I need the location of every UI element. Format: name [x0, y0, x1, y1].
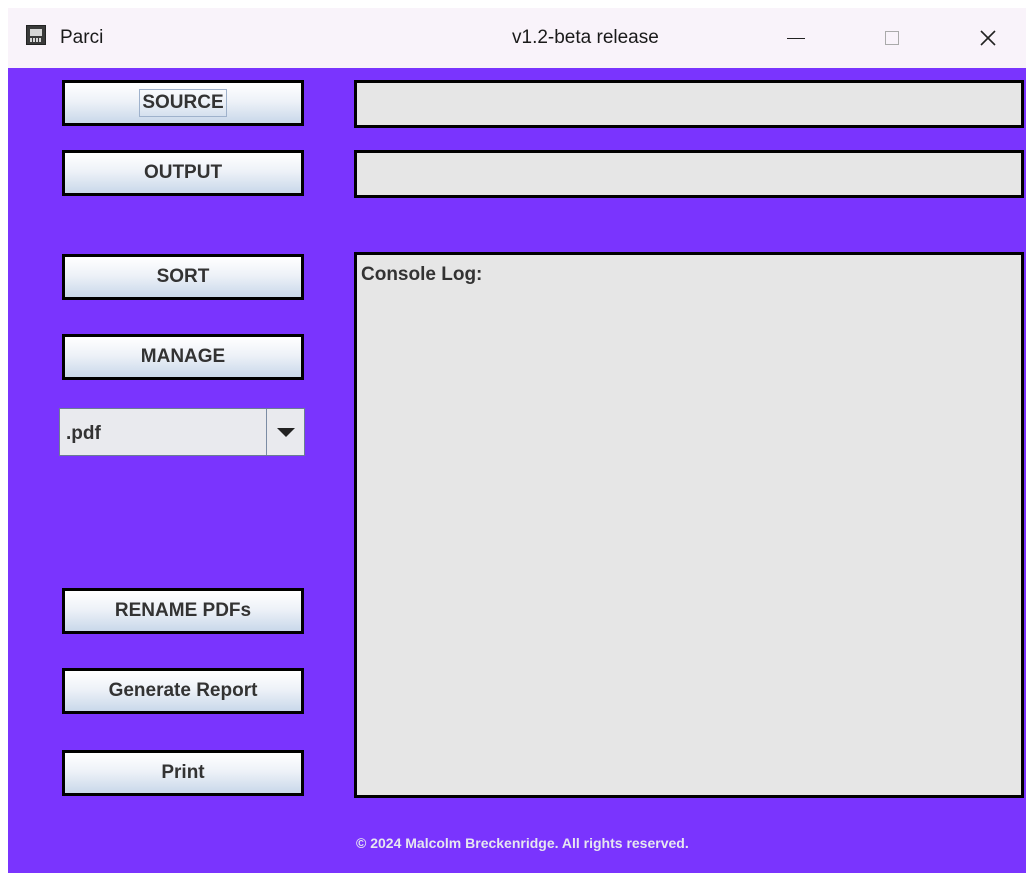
triangle-down-icon: [276, 427, 295, 437]
computer-icon: [26, 25, 46, 45]
minimize-button[interactable]: [776, 20, 816, 56]
source-button-label: SOURCE: [139, 89, 227, 117]
source-button[interactable]: SOURCE: [62, 80, 304, 126]
minimize-icon: [787, 37, 805, 39]
app-name: Parci: [60, 27, 104, 48]
sort-button-label: SORT: [156, 266, 210, 287]
title-bar[interactable]: Parci v1.2-beta release: [8, 8, 1026, 68]
maximize-button[interactable]: [872, 20, 912, 56]
filetype-selected: .pdf: [66, 423, 101, 444]
generate-report-button-label: Generate Report: [108, 680, 258, 701]
maximize-icon: [885, 31, 899, 45]
output-button-label: OUTPUT: [143, 162, 223, 183]
rename-pdfs-button-label: RENAME PDFs: [114, 600, 252, 621]
window-title: v1.2-beta release: [512, 27, 659, 48]
sort-button[interactable]: SORT: [62, 254, 304, 300]
filetype-dropdown[interactable]: .pdf: [59, 408, 305, 456]
manage-button-label: MANAGE: [140, 346, 226, 367]
app-window: Parci v1.2-beta release SOURCE OUTPUT SO…: [8, 8, 1026, 873]
dropdown-arrow-button[interactable]: [266, 409, 304, 455]
source-path-field[interactable]: [354, 80, 1024, 128]
console-log-panel[interactable]: Console Log:: [354, 252, 1024, 798]
print-button-label: Print: [161, 762, 205, 783]
copyright-footer: © 2024 Malcolm Breckenridge. All rights …: [356, 835, 689, 851]
rename-pdfs-button[interactable]: RENAME PDFs: [62, 588, 304, 634]
console-log-label: Console Log:: [361, 264, 483, 285]
manage-button[interactable]: MANAGE: [62, 334, 304, 380]
close-button[interactable]: [968, 20, 1008, 56]
close-icon: [980, 30, 996, 46]
generate-report-button[interactable]: Generate Report: [62, 668, 304, 714]
print-button[interactable]: Print: [62, 750, 304, 796]
output-path-field[interactable]: [354, 150, 1024, 198]
output-button[interactable]: OUTPUT: [62, 150, 304, 196]
